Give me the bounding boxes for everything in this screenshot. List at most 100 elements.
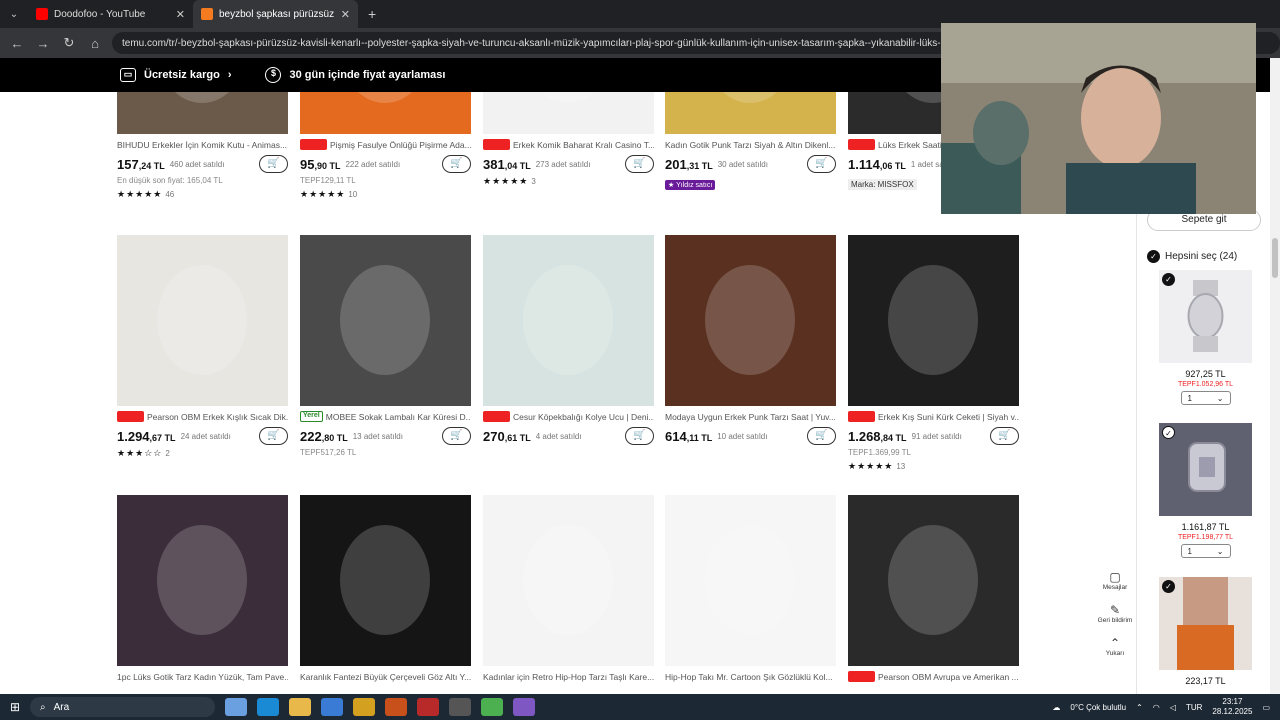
product-title[interactable]: Cesur Köpekbalığı Kolye Ucu | Deni... <box>483 411 654 422</box>
add-to-cart-button[interactable]: 🛒 <box>807 155 836 173</box>
quantity-select[interactable]: 1 ⌄ <box>1180 391 1231 405</box>
app-icon[interactable] <box>353 698 375 716</box>
home-icon[interactable]: ⌂ <box>86 36 104 51</box>
product-image[interactable] <box>665 92 836 134</box>
notification-icon[interactable]: ▭ <box>1262 703 1270 712</box>
add-to-cart-button[interactable]: 🛒 <box>259 155 288 173</box>
product-title[interactable]: BIHUDU Erkekler İçin Komik Kutu - Animas… <box>117 139 288 150</box>
forward-icon[interactable]: → <box>34 36 52 51</box>
product-image[interactable] <box>848 235 1019 406</box>
windows-start-icon[interactable]: ⊞ <box>0 700 30 714</box>
edge-icon[interactable] <box>257 698 279 716</box>
tab-search-icon[interactable]: ⌄ <box>0 9 28 20</box>
product-title[interactable]: Yerel MOBEE Sokak Lambalı Kar Küresi D... <box>300 411 471 422</box>
reload-icon[interactable]: ↻ <box>60 35 78 51</box>
scrollbar-thumb[interactable] <box>1272 238 1278 278</box>
product-card[interactable]: Yerel MOBEE Sokak Lambalı Kar Küresi D...… <box>300 235 471 459</box>
product-card[interactable]: Modaya Uygun Erkek Punk Tarzı Saat | Yuv… <box>665 235 836 446</box>
messages-button[interactable]: ▢ Mesajlar <box>1095 570 1135 591</box>
product-title[interactable]: Kadınlar için Retro Hip-Hop Tarzı Taşlı … <box>483 671 654 682</box>
app-icon-4[interactable] <box>449 698 471 716</box>
wifi-icon[interactable]: ◠ <box>1153 703 1160 712</box>
product-title[interactable]: Kadın Gotik Punk Tarzı Siyah & Altın Dik… <box>665 139 836 150</box>
store-icon[interactable] <box>321 698 343 716</box>
product-card[interactable]: Pişmiş Fasulye Önlüğü Pişirme Ada... 95,9… <box>300 92 471 201</box>
product-image[interactable] <box>848 495 1019 666</box>
cart-item[interactable]: ✓ 1.161,87 TL TEPF1.198,77 TL 1 ⌄ <box>1159 423 1252 558</box>
product-image[interactable] <box>665 495 836 666</box>
folder-icon[interactable] <box>289 698 311 716</box>
add-to-cart-button[interactable]: 🛒 <box>625 427 654 445</box>
close-icon[interactable]: ✕ <box>176 8 185 21</box>
check-icon[interactable]: ✓ <box>1162 273 1175 286</box>
weather-label[interactable]: 0°C Çok bulutlu <box>1070 703 1126 712</box>
cart-item[interactable]: ✓ 223,17 TL <box>1159 577 1252 686</box>
product-image[interactable] <box>300 235 471 406</box>
product-title[interactable]: Erkek Kış Suni Kürk Ceketi | Siyah v... <box>848 411 1019 422</box>
add-to-cart-button[interactable]: 🛒 <box>442 427 471 445</box>
product-card[interactable]: Karanlık Fantezi Büyük Çerçeveli Göz Alt… <box>300 495 471 682</box>
product-title[interactable]: Erkek Komik Baharat Kralı Casino T... <box>483 139 654 150</box>
product-image[interactable] <box>117 235 288 406</box>
product-card[interactable]: 1pc Lüks Gotik Tarz Kadın Yüzük, Tam Pav… <box>117 495 288 682</box>
product-card[interactable]: Erkek Komik Baharat Kralı Casino T... 381… <box>483 92 654 188</box>
quantity-select[interactable]: 1 ⌄ <box>1180 544 1231 558</box>
check-icon[interactable]: ✓ <box>1162 580 1175 593</box>
product-card[interactable]: Hip-Hop Takı Mr. Cartoon Şık Gözlüklü Ko… <box>665 495 836 682</box>
add-to-cart-button[interactable]: 🛒 <box>990 427 1019 445</box>
product-title[interactable]: Modaya Uygun Erkek Punk Tarzı Saat | Yuv… <box>665 411 836 422</box>
product-card[interactable]: Pearson OBM Erkek Kışlık Sıcak Dik... 1.2… <box>117 235 288 460</box>
product-title[interactable]: Pearson OBM Avrupa ve Amerikan ... <box>848 671 1019 682</box>
product-title[interactable]: Hip-Hop Takı Mr. Cartoon Şık Gözlüklü Ko… <box>665 671 836 682</box>
close-icon[interactable]: ✕ <box>341 8 350 21</box>
price-adjust-link[interactable]: $ 30 gün içinde fiyat ayarlaması <box>231 67 445 83</box>
product-title[interactable]: Pişmiş Fasulye Önlüğü Pişirme Ada... <box>300 139 471 150</box>
volume-icon[interactable]: ◁ <box>1170 703 1176 712</box>
back-to-top-button[interactable]: ⌃ Yukarı <box>1095 636 1135 657</box>
chevron-up-icon[interactable]: ⌃ <box>1136 703 1143 712</box>
language-indicator[interactable]: TUR <box>1186 703 1202 712</box>
product-card[interactable]: BIHUDU Erkekler İçin Komik Kutu - Animas… <box>117 92 288 201</box>
product-card[interactable]: Kadın Gotik Punk Tarzı Siyah & Altın Dik… <box>665 92 836 192</box>
product-title[interactable]: Pearson OBM Erkek Kışlık Sıcak Dik... <box>117 411 288 422</box>
tab-temu[interactable]: beyzbol şapkası pürüzsüz kavisli ✕ <box>193 0 358 28</box>
app-icon-2[interactable] <box>385 698 407 716</box>
tab-youtube[interactable]: Doodofoo - YouTube ✕ <box>28 0 193 28</box>
add-to-cart-button[interactable]: 🛒 <box>807 427 836 445</box>
clock[interactable]: 23:17 28.12.2025 <box>1212 697 1252 717</box>
app-icon-5[interactable] <box>513 698 535 716</box>
product-image[interactable] <box>300 495 471 666</box>
cart-item[interactable]: ✓ 927,25 TL TEPF1.052,96 TL 1 ⌄ <box>1159 270 1252 405</box>
product-title[interactable]: Karanlık Fantezi Büyük Çerçeveli Göz Alt… <box>300 671 471 682</box>
feedback-button[interactable]: ✎ Geri bildirim <box>1095 603 1135 624</box>
product-image[interactable] <box>300 92 471 134</box>
product-price: 1.294,67 TL <box>117 429 176 444</box>
product-image[interactable] <box>483 92 654 134</box>
add-to-cart-button[interactable]: 🛒 <box>625 155 654 173</box>
product-price: 270,61 TL <box>483 429 531 444</box>
check-icon[interactable]: ✓ <box>1162 426 1175 439</box>
add-to-cart-button[interactable]: 🛒 <box>259 427 288 445</box>
chrome-icon[interactable] <box>481 698 503 716</box>
page-scrollbar[interactable] <box>1270 58 1280 694</box>
product-image[interactable] <box>483 235 654 406</box>
product-image[interactable] <box>117 495 288 666</box>
add-to-cart-button[interactable]: 🛒 <box>442 155 471 173</box>
product-card[interactable]: Erkek Kış Suni Kürk Ceketi | Siyah v... 1… <box>848 235 1019 473</box>
stars-icon: ★★★★★ <box>117 189 163 199</box>
new-tab-button[interactable]: + <box>358 6 376 22</box>
product-card[interactable]: Kadınlar için Retro Hip-Hop Tarzı Taşlı … <box>483 495 654 682</box>
product-title[interactable]: 1pc Lüks Gotik Tarz Kadın Yüzük, Tam Pav… <box>117 671 288 682</box>
product-card[interactable]: Pearson OBM Avrupa ve Amerikan ... <box>848 495 1019 682</box>
app-icon-3[interactable] <box>417 698 439 716</box>
back-icon[interactable]: ← <box>8 36 26 51</box>
task-view-icon[interactable] <box>225 698 247 716</box>
old-price: TEPF129,11 TL <box>300 176 356 185</box>
select-all-checkbox[interactable]: ✓ Hepsini seç (24) <box>1147 250 1237 263</box>
product-card[interactable]: Cesur Köpekbalığı Kolye Ucu | Deni... 270… <box>483 235 654 446</box>
taskbar-search[interactable]: ⌕ Ara <box>30 697 215 717</box>
product-image[interactable] <box>665 235 836 406</box>
product-image[interactable] <box>483 495 654 666</box>
free-shipping-link[interactable]: ▭ Ücretsiz kargo › <box>0 68 231 82</box>
product-image[interactable] <box>117 92 288 134</box>
